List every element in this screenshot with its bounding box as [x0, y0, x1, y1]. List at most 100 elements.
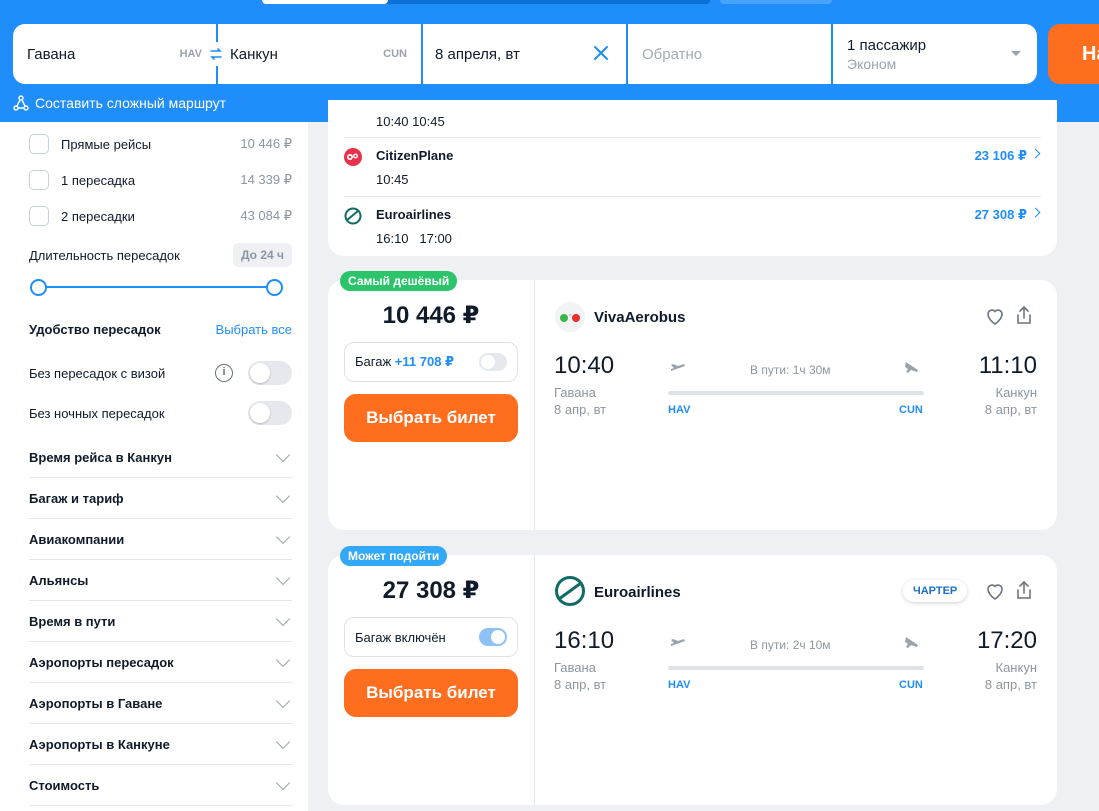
section-label: Альянсы [29, 572, 89, 588]
origin-code: HAV [179, 48, 202, 60]
checkbox[interactable] [29, 134, 49, 154]
convenience-row: Удобство пересадок Выбрать все [29, 320, 292, 338]
clear-date-icon[interactable] [592, 44, 610, 66]
filter-direct[interactable]: Прямые рейсы 10 446 ₽ [29, 134, 292, 154]
departure-code: HAV [668, 679, 691, 691]
filter-label: Прямые рейсы [61, 136, 152, 152]
baggage-label: Багаж +11 708 ₽ [355, 354, 455, 369]
filter-price: 43 084 ₽ [240, 208, 292, 223]
departure-date: 8 апр, вт [554, 402, 607, 417]
complex-route-link[interactable]: Составить сложный маршрут [13, 95, 226, 111]
airline-name: Euroairlines [594, 584, 681, 601]
destination-field[interactable]: Канкун CUN [218, 24, 421, 84]
destination-code: CUN [383, 48, 407, 60]
filter-two-stops[interactable]: 2 пересадки 43 084 ₽ [29, 206, 292, 226]
tab-strip-active[interactable] [262, 0, 388, 4]
section-airlines[interactable]: Авиакомпании [29, 519, 292, 560]
checkbox[interactable] [29, 170, 49, 190]
tab-strip-secondary[interactable] [720, 0, 832, 4]
departure-date: 8 апр, вт [554, 677, 607, 692]
chevron-down-icon [275, 775, 291, 790]
departure-date-field[interactable]: 8 апреля, вт [423, 24, 626, 84]
suitable-badge: Может подойти [340, 546, 448, 566]
layover-duration-label: Длительность пересадок [29, 247, 180, 263]
passengers-field[interactable]: 1 пассажир Эконом [833, 24, 1037, 84]
departure-city: Гавана [554, 385, 596, 400]
slider-handle-max[interactable] [266, 279, 283, 296]
alt-airline-name: Euroairlines [376, 207, 452, 222]
share-icon[interactable] [1014, 304, 1034, 326]
takeoff-icon [670, 364, 686, 374]
departure-time: 16:10 [554, 627, 615, 654]
ticket-price: 27 308 ₽ [382, 577, 480, 604]
arrival-city: Канкун [995, 660, 1038, 675]
chevron-down-icon [1011, 51, 1021, 56]
filter-one-stop[interactable]: 1 пересадка 14 339 ₽ [29, 170, 292, 190]
search-form: Гавана HAV Канкун CUN 8 апреля, вт Обрат… [13, 24, 1037, 84]
alt-flight-row[interactable]: CitizenPlane 10:45 23 106 ₽ [344, 148, 1041, 188]
baggage-label: Багаж включён [355, 629, 446, 645]
section-price[interactable]: Стоимость [29, 765, 292, 806]
origin-field[interactable]: Гавана HAV [13, 24, 228, 84]
baggage-toggle[interactable] [479, 353, 507, 371]
search-button[interactable]: На [1048, 24, 1099, 84]
chevron-right-icon [1030, 148, 1041, 159]
buy-ticket-button[interactable]: Выбрать билет [344, 669, 518, 717]
route-line [668, 666, 924, 670]
buy-ticket-button[interactable]: Выбрать билет [344, 394, 518, 442]
arrival-code: CUN [899, 404, 923, 416]
baggage-toggle[interactable] [479, 628, 507, 646]
section-cancun-airports[interactable]: Аэропорты в Канкуне [29, 724, 292, 765]
section-baggage[interactable]: Багаж и тариф [29, 478, 292, 519]
swap-icon[interactable] [204, 42, 228, 66]
cabin-class: Эконом [847, 55, 897, 72]
heart-icon[interactable] [984, 305, 1006, 327]
filter-label: 2 пересадки [61, 208, 135, 224]
departure-city: Гавана [554, 660, 596, 675]
section-havana-airports[interactable]: Аэропорты в Гаване [29, 683, 292, 724]
filters-sidebar: Прямые рейсы 10 446 ₽ 1 пересадка 14 339… [0, 122, 308, 811]
info-icon[interactable]: i [215, 364, 233, 382]
alt-price: 27 308 ₽ [974, 207, 1027, 222]
passengers-count: 1 пассажир [847, 36, 927, 54]
baggage-option[interactable]: Багаж включён [344, 617, 518, 657]
select-all-link[interactable]: Выбрать все [216, 322, 292, 337]
layover-duration-slider[interactable] [30, 279, 283, 296]
filter-price: 14 339 ₽ [240, 172, 292, 187]
no-visa-toggle[interactable] [248, 361, 292, 385]
baggage-option[interactable]: Багаж +11 708 ₽ [344, 342, 518, 382]
arrival-date: 8 апр, вт [984, 402, 1037, 417]
landing-icon [904, 362, 920, 375]
chevron-down-icon [275, 529, 291, 544]
euroairlines-logo-icon [344, 207, 362, 225]
departure-time: 10:40 [554, 352, 615, 379]
baggage-extra-price: +11 708 ₽ [394, 354, 455, 369]
no-night-toggle[interactable] [248, 401, 292, 425]
section-flight-time[interactable]: Время рейса в Канкун [29, 437, 292, 478]
ticket-card: Самый дешёвый 10 446 ₽ Багаж +11 708 ₽ В… [328, 271, 1057, 530]
checkbox[interactable] [29, 206, 49, 226]
departure-date: 8 апреля, вт [435, 45, 520, 63]
alt-times: 16:10 17:00 [376, 231, 452, 246]
chevron-down-icon [275, 570, 291, 585]
return-date-field[interactable]: Обратно [628, 24, 831, 84]
filter-price: 10 446 ₽ [240, 136, 292, 151]
ticket-price: 10 446 ₽ [382, 302, 480, 329]
no-night-row: Без ночных пересадок [29, 401, 292, 425]
flight-duration: В пути: 1ч 30м [750, 363, 831, 377]
complex-route-label: Составить сложный маршрут [35, 95, 227, 111]
chevron-down-icon [275, 447, 291, 462]
departure-code: HAV [668, 404, 691, 416]
alt-flight-row[interactable]: Euroairlines 16:10 17:00 27 308 ₽ [344, 207, 1041, 247]
slider-handle-min[interactable] [30, 279, 47, 296]
section-transfer-airports[interactable]: Аэропорты пересадок [29, 642, 292, 683]
layover-duration-row: Длительность пересадок До 24 ч [29, 243, 292, 267]
share-icon[interactable] [1014, 579, 1034, 601]
heart-icon[interactable] [984, 580, 1006, 602]
section-travel-time[interactable]: Время в пути [29, 601, 292, 642]
cheapest-badge: Самый дешёвый [340, 271, 458, 291]
euroairlines-logo-icon [555, 576, 585, 606]
chevron-down-icon [275, 693, 291, 708]
alternative-flights-card: 10:40 10:45 CitizenPlane 10:45 23 106 ₽ … [328, 100, 1057, 256]
section-alliances[interactable]: Альянсы [29, 560, 292, 601]
